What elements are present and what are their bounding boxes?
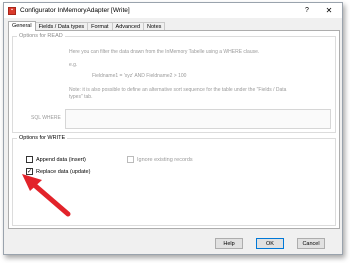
sql-where-input[interactable] xyxy=(65,109,331,129)
append-data-checkbox[interactable] xyxy=(26,156,33,163)
window-title: Configurator InMemoryAdapter [Write] xyxy=(20,7,130,14)
configurator-dialog: ▪ Configurator InMemoryAdapter [Write] ?… xyxy=(3,2,343,255)
read-help-line-3: Fieldname1 = 'xyz' AND Fieldname2 > 100 xyxy=(92,73,187,79)
title-bar: ▪ Configurator InMemoryAdapter [Write] ?… xyxy=(4,3,342,18)
tab-general[interactable]: General xyxy=(8,21,36,31)
replace-data-label: Replace data (update) xyxy=(36,168,91,175)
general-tab-panel: Options for READ Here you can filter the… xyxy=(8,30,340,229)
read-help-line-1: Here you can filter the data drawn from … xyxy=(69,49,260,55)
ignore-existing-option[interactable]: Ignore existing records xyxy=(127,156,193,163)
ignore-existing-label: Ignore existing records xyxy=(137,156,193,163)
replace-data-option[interactable]: ✓ Replace data (update) xyxy=(26,168,90,175)
help-button[interactable]: Help xyxy=(215,238,243,249)
close-icon[interactable]: ✕ xyxy=(320,3,338,18)
help-icon[interactable]: ? xyxy=(298,3,316,18)
write-options-group: Options for WRITE Append data (insert) I… xyxy=(12,135,336,226)
read-help-line-5: types" tab. xyxy=(69,94,93,100)
app-icon: ▪ xyxy=(8,6,16,15)
ignore-existing-checkbox[interactable] xyxy=(127,156,134,163)
cancel-button[interactable]: Cancel xyxy=(297,238,325,249)
replace-data-checkbox[interactable]: ✓ xyxy=(26,168,33,175)
append-data-option[interactable]: Append data (insert) xyxy=(26,156,86,163)
read-options-group: Options for READ Here you can filter the… xyxy=(12,33,336,133)
read-help-line-4: Note: it is also possible to define an a… xyxy=(69,87,287,93)
read-help-line-2: e.g. xyxy=(69,62,78,68)
write-options-title: Options for WRITE xyxy=(17,135,68,141)
append-data-label: Append data (insert) xyxy=(36,156,86,163)
ok-button[interactable]: OK xyxy=(256,238,284,249)
read-options-title: Options for READ xyxy=(17,33,65,39)
sql-where-label: SQL WHERE xyxy=(31,115,61,121)
